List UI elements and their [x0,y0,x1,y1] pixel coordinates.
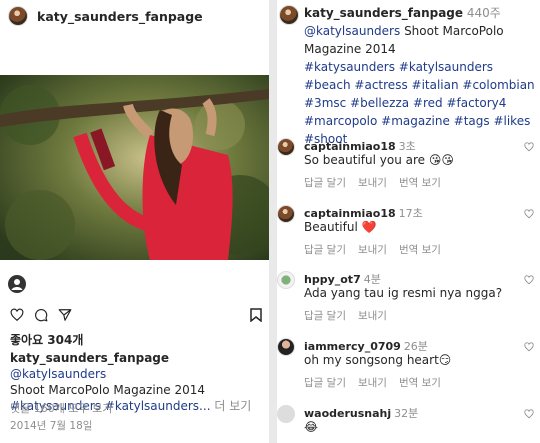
send-button[interactable]: 보내기 [358,242,387,257]
bookmark-icon[interactable] [250,307,262,323]
comment-username[interactable]: waoderusnahj [304,407,391,420]
share-icon[interactable] [58,307,72,326]
view-all-comments-link[interactable]: 댓글 160개 모두 보기 [10,400,112,416]
comment-time: 26분 [403,340,428,353]
caption-username[interactable]: katy_saunders_fanpage [10,351,169,365]
post-photo[interactable] [0,75,269,260]
heart-icon[interactable] [524,275,534,285]
caption-panel-hashtags[interactable]: #katysaunders #katylsaunders #beach #act… [304,58,538,148]
caption-time: 440주 [466,6,501,20]
avatar[interactable] [277,138,295,156]
heart-icon[interactable] [524,142,534,152]
more-link[interactable]: 더 보기 [214,399,251,413]
panel-divider [269,0,277,443]
caption-panel-username[interactable]: katy_saunders_fanpage [304,6,463,20]
post-actions [10,307,72,326]
avatar[interactable] [277,205,295,223]
comment-username[interactable]: hppy_ot7 [304,273,361,286]
comment-text: oh my songsong heart😏 [304,353,452,367]
translate-button[interactable]: 번역 보기 [399,175,441,190]
comment-text: So beautiful you are 😘😘 [304,153,454,167]
like-count[interactable]: 좋아요 304개 [10,331,83,348]
translate-button[interactable]: 번역 보기 [399,375,441,390]
person-tag-icon[interactable] [8,275,26,293]
send-button[interactable]: 보내기 [358,175,387,190]
caption-header [279,5,299,25]
comment-icon[interactable] [34,307,48,326]
comment-text: 😂 [304,420,319,434]
comment-username[interactable]: captainmiao18 [304,140,396,153]
reply-button[interactable]: 답글 달기 [304,375,346,390]
comment-text: Beautiful ❤️ [304,220,377,234]
comment-time: 4분 [363,273,381,286]
caption-mention[interactable]: @katylsaunders [10,367,106,381]
send-button[interactable]: 보내기 [358,375,387,390]
avatar[interactable] [8,6,28,26]
heart-icon[interactable] [10,307,24,326]
comment-time: 3초 [398,140,416,153]
reply-button[interactable]: 답글 달기 [304,242,346,257]
send-button[interactable]: 보내기 [358,308,387,323]
comment-time: 32분 [394,407,419,420]
heart-icon[interactable] [524,342,534,352]
comments-panel: katy_saunders_fanpage 440주 @katylsaunder… [277,0,540,443]
translate-button[interactable]: 번역 보기 [399,242,441,257]
post-header: katy_saunders_fanpage [8,5,203,27]
full-caption: katy_saunders_fanpage 440주 @katylsaunder… [304,4,538,148]
comment-username[interactable]: iammercy_0709 [304,340,401,353]
caption-line: Shoot MarcoPolo Magazine 2014 [10,383,206,397]
post-username[interactable]: katy_saunders_fanpage [37,9,203,24]
reply-button[interactable]: 답글 달기 [304,175,346,190]
comment-text: Ada yang tau ig resmi nya ngga? [304,286,503,300]
photo-image [0,75,269,260]
comment-time: 17초 [398,207,423,220]
post-date: 2014년 7월 18일 [10,420,93,432]
heart-icon[interactable] [524,209,534,219]
caption-panel-mention[interactable]: @katylsaunders [304,24,400,38]
avatar[interactable] [277,271,295,289]
comment-username[interactable]: captainmiao18 [304,207,396,220]
heart-icon[interactable] [524,409,534,419]
reply-button[interactable]: 답글 달기 [304,308,346,323]
avatar[interactable] [279,5,299,25]
post-panel: katy_saunders_fanpage 좋아요 304개 katy_saun… [0,0,269,443]
avatar[interactable] [277,338,295,356]
avatar[interactable] [277,405,295,423]
